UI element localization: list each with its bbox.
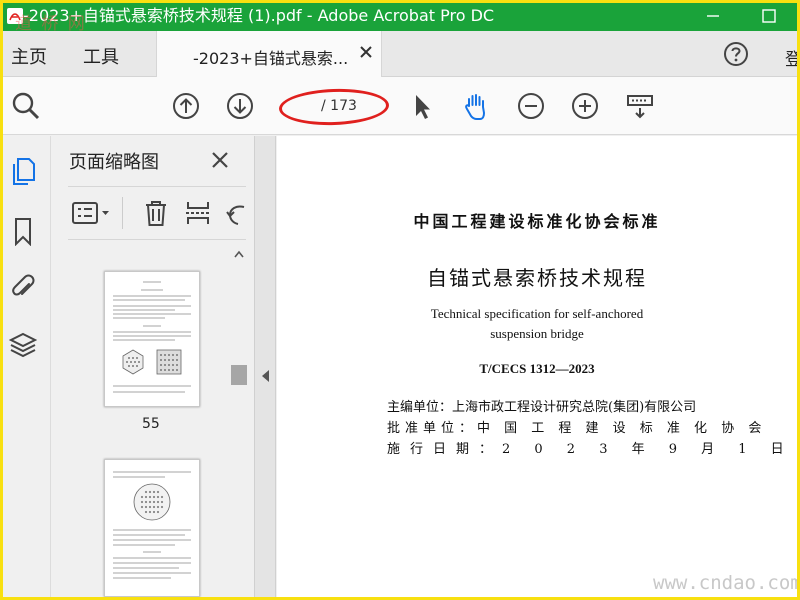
close-icon[interactable] xyxy=(359,45,373,59)
standard-code: T/CECS 1312—2023 xyxy=(479,361,595,376)
menu-home[interactable]: 主页 xyxy=(11,43,47,69)
thumbnail-list: 55 xyxy=(52,244,254,597)
thumbnail-scrollbar[interactable] xyxy=(231,244,247,597)
thumbnails-panel: 页面缩略图 55 xyxy=(52,136,254,597)
zoom-out-icon[interactable] xyxy=(516,91,546,121)
approval-unit: 批准单位：中 国 工 程 建 设 标 准 化 协 会 xyxy=(387,421,767,436)
sign-in-link[interactable]: 登 xyxy=(785,45,797,70)
zoom-in-icon[interactable] xyxy=(570,91,600,121)
document-page: 中国工程建设标准化协会标准 自锚式悬索桥技术规程 Technical speci… xyxy=(277,136,797,597)
page-thumbnail-55[interactable] xyxy=(104,271,200,407)
select-arrow-icon[interactable] xyxy=(407,91,437,121)
panel-close-icon[interactable] xyxy=(212,152,228,168)
bookmark-icon[interactable] xyxy=(9,216,37,246)
options-menu-icon[interactable] xyxy=(72,199,112,227)
scroll-up-icon[interactable] xyxy=(234,250,244,258)
effective-date: 施行日期：2 0 2 3 年 9 月 1 日 xyxy=(387,442,794,457)
acrobat-window: -2023+自锚式悬索桥技术规程 (1).pdf - Adobe Acrobat… xyxy=(3,3,797,597)
scrollbar-thumb[interactable] xyxy=(231,365,247,385)
main-toolbar: / 173 xyxy=(3,77,797,135)
panel-toolbar xyxy=(68,186,246,240)
layers-icon[interactable] xyxy=(9,330,37,360)
toolbar-divider xyxy=(122,197,123,229)
standard-organization: 中国工程建设标准化协会标准 xyxy=(413,212,661,231)
delete-icon[interactable] xyxy=(142,199,170,227)
site-watermark: www.cndao.com xyxy=(653,572,797,594)
extract-pages-icon[interactable] xyxy=(184,199,212,227)
thumbnail-page-preview xyxy=(113,471,191,579)
maximize-icon[interactable] xyxy=(759,6,779,26)
page-thumbnail-next[interactable] xyxy=(104,459,200,597)
hand-tool-icon[interactable] xyxy=(461,91,491,121)
thumbnail-page-preview xyxy=(113,281,191,393)
document-title-cn: 自锚式悬索桥技术规程 xyxy=(427,266,647,290)
previous-page-icon[interactable] xyxy=(171,91,201,121)
title-bar: -2023+自锚式悬索桥技术规程 (1).pdf - Adobe Acrobat… xyxy=(3,3,797,34)
attachment-icon[interactable] xyxy=(9,272,37,302)
minimize-icon[interactable] xyxy=(703,6,723,26)
page-display-icon[interactable] xyxy=(625,91,655,121)
navigation-rail xyxy=(3,136,51,597)
thumbnail-page-number: 55 xyxy=(142,416,160,432)
help-icon[interactable] xyxy=(723,41,749,67)
document-tab[interactable]: -2023+自锚式悬索... xyxy=(156,31,382,77)
tab-bar: 主页 工具 -2023+自锚式悬索... 登 xyxy=(3,31,797,77)
document-title-en-line2: suspension bridge xyxy=(490,326,584,341)
panel-title: 页面缩略图 xyxy=(69,152,159,173)
collapse-panel-icon[interactable] xyxy=(262,370,270,382)
editor-unit: 主编单位：上海市政工程设计研究总院(集团)有限公司 xyxy=(387,400,697,415)
next-page-icon[interactable] xyxy=(225,91,255,121)
zoom-search-icon[interactable] xyxy=(11,91,41,121)
panel-splitter[interactable] xyxy=(254,136,276,597)
window-title: -2023+自锚式悬索桥技术规程 (1).pdf - Adobe Acrobat… xyxy=(23,6,495,25)
document-title-en-line1: Technical specification for self-anchore… xyxy=(430,306,644,321)
document-tab-label: -2023+自锚式悬索... xyxy=(193,49,349,68)
acrobat-icon xyxy=(7,8,23,24)
page-number-box: / 173 xyxy=(278,87,390,127)
page-thumbnails-icon[interactable] xyxy=(9,156,37,186)
rotate-icon[interactable] xyxy=(224,199,246,227)
menu-tools[interactable]: 工具 xyxy=(83,43,119,69)
